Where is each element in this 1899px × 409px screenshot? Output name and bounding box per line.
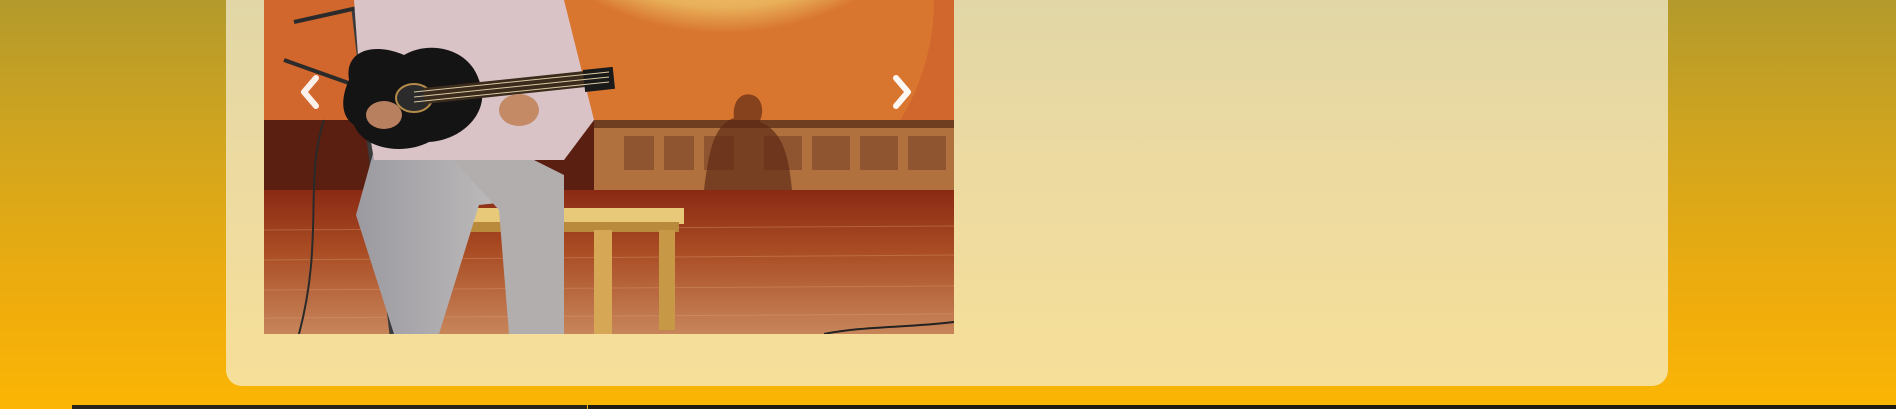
carousel-next-button[interactable] [882, 62, 922, 122]
chevron-left-icon [301, 75, 319, 109]
footer-divider [0, 405, 1899, 409]
carousel-prev-button[interactable] [290, 62, 330, 122]
chevron-right-icon [893, 75, 911, 109]
image-carousel [264, 0, 954, 334]
footer-segment-right [588, 405, 1899, 409]
carousel-slide-image [264, 0, 954, 334]
footer-segment-left [72, 405, 587, 409]
